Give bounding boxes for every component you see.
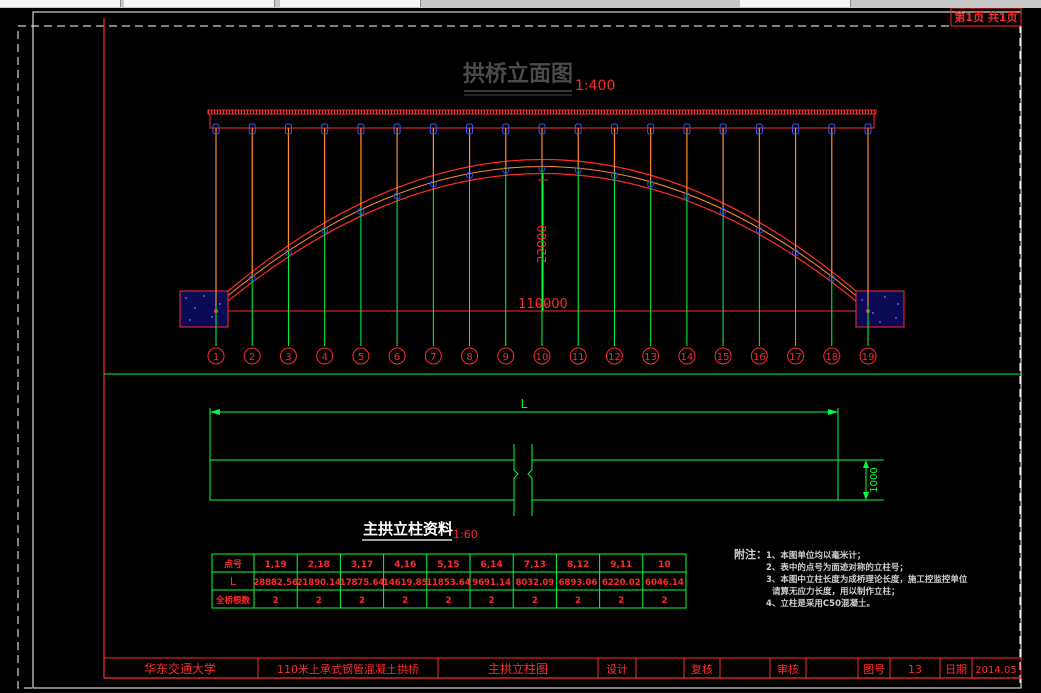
- arch-dimensions: 22000 110000: [518, 174, 568, 312]
- table-column-header: 2,18: [308, 560, 330, 570]
- column-number: 6: [394, 352, 400, 363]
- title-block-date-label: 日期: [945, 663, 967, 676]
- title-block-drawing-name: 主拱立柱图: [488, 661, 548, 676]
- title-block-design: 设计: [606, 663, 628, 676]
- title-block-project: 110米上承式钢管混凝土拱桥: [277, 662, 419, 676]
- elevation-scale: 1:400: [575, 78, 615, 94]
- column-number: 4: [321, 352, 327, 363]
- column-detail: L 1000: [209, 397, 884, 516]
- column-number-labels: 1 2 3 4 5 6 7 8 9 10 11 12 13 14 15 16 17 18 19: [207, 347, 877, 365]
- elevation-title-group: 拱桥立面图 1:400: [463, 61, 615, 96]
- title-block-drawing-no-label: 图号: [863, 663, 885, 676]
- table-column-header: 6,14: [480, 560, 502, 570]
- column-number: 11: [572, 352, 585, 363]
- column-number: 3: [285, 352, 291, 363]
- column-number: 9: [503, 352, 509, 363]
- column-number: 1: [213, 352, 219, 363]
- table-cell: 2: [316, 596, 322, 606]
- title-block-approve: 审核: [777, 662, 799, 676]
- notes-heading: 附注：: [734, 547, 767, 561]
- table-cell: 6220.02: [602, 578, 641, 588]
- column-number: 10: [536, 352, 549, 363]
- column-table-title: 主拱立柱资料: [363, 520, 453, 538]
- column-data-table: 点号 1,19 2,18 3,17 4,16 5,15 6,14 7,13 8,12 9,11 10…: [211, 553, 687, 609]
- cad-drawing-canvas[interactable]: 第1页 共1页 拱桥立面图 1:400 1 2 3 4 5 6 7 8 9 10 11 12 13: [0, 8, 1041, 693]
- column-number: 18: [825, 352, 838, 363]
- note-line: 1、本图单位均以毫米计；: [766, 550, 865, 561]
- table-cell: 17875.64: [340, 578, 385, 588]
- table-cell: 2: [575, 596, 581, 606]
- column-table-title-group: 主拱立柱资料 1:60: [362, 520, 478, 541]
- table-column-header: 10: [658, 560, 671, 570]
- title-block-drawing-no: 13: [908, 663, 922, 676]
- notes-block: 附注： 1、本图单位均以毫米计；2、表中的点号为面迹对称的立柱号；3、本图中立柱…: [734, 547, 968, 609]
- table-column-header: 1,19: [264, 560, 286, 570]
- table-cell: 2: [402, 596, 408, 606]
- elevation-title: 拱桥立面图: [463, 61, 573, 87]
- column-number: 14: [681, 352, 694, 363]
- note-line: 3、本图中立柱长度为成桥理论长度，施工控监控单位: [766, 574, 968, 585]
- title-block-review: 复核: [691, 662, 713, 676]
- column-number: 16: [753, 352, 766, 363]
- table-cell: 2: [661, 596, 667, 606]
- table-cell: 6046.14: [645, 578, 684, 588]
- table-row-label: L: [230, 575, 237, 588]
- title-block: 华东交通大学 110米上承式钢管混凝土拱桥 主拱立柱图 设计 复核 审核 图号 …: [103, 657, 1022, 679]
- table-column-header: 4,16: [394, 560, 416, 570]
- table-column-header: 5,15: [437, 560, 459, 570]
- table-cell: 2: [489, 596, 495, 606]
- title-block-date: 2014.05: [975, 665, 1016, 676]
- table-cell: 28882.56: [253, 578, 298, 588]
- top-bar-tab[interactable]: [124, 0, 275, 7]
- table-cell: 2: [445, 596, 451, 606]
- column-number: 2: [249, 352, 255, 363]
- note-line: 请算无应力长度，用以制作立柱；: [772, 586, 900, 597]
- table-column-header: 3,17: [351, 560, 373, 570]
- column-number: 12: [608, 352, 621, 363]
- table-row-label: 全桥根数: [215, 595, 251, 606]
- rise-dimension: 22000: [535, 225, 549, 263]
- column-table-scale: 1:60: [453, 528, 478, 541]
- column-number: 8: [466, 352, 472, 363]
- deck: [207, 109, 877, 129]
- note-line: 4、立柱是采用C50混凝土。: [766, 598, 875, 609]
- detail-height-label: 1000: [869, 467, 880, 492]
- table-cell: 14619.85: [383, 578, 428, 588]
- table-cell: 2: [273, 596, 279, 606]
- table-column-header: 7,13: [524, 560, 546, 570]
- column-number: 17: [789, 352, 802, 363]
- table-cell: 6893.06: [559, 578, 598, 588]
- top-bar-tab[interactable]: [740, 0, 851, 7]
- column-number: 19: [862, 352, 875, 363]
- table-header-label: 点号: [224, 558, 242, 570]
- table-cell: 8032.09: [515, 578, 554, 588]
- detail-length-label: L: [521, 397, 528, 411]
- column-number: 15: [717, 352, 730, 363]
- table-cell: 11853.64: [426, 578, 471, 588]
- table-cell: 2: [618, 596, 624, 606]
- sheet-number-box: 第1页 共1页: [950, 8, 1022, 27]
- top-bar-tab[interactable]: [280, 0, 421, 7]
- table-cell: 2: [532, 596, 538, 606]
- table-column-header: 9,11: [610, 560, 632, 570]
- top-bar-tab[interactable]: [0, 0, 121, 7]
- table-cell: 21890.14: [296, 578, 341, 588]
- column-number: 5: [358, 352, 364, 363]
- column-number: 13: [644, 352, 657, 363]
- column-number: 7: [430, 352, 436, 363]
- sheet-number: 第1页 共1页: [954, 10, 1017, 24]
- span-dimension: 110000: [518, 297, 568, 312]
- table-cell: 2: [359, 596, 365, 606]
- note-line: 2、表中的点号为面迹对称的立柱号；: [766, 562, 908, 573]
- title-block-school: 华东交通大学: [144, 661, 216, 676]
- table-column-header: 8,12: [567, 560, 589, 570]
- table-cell: 9691.14: [472, 578, 511, 588]
- window-top-bar: [0, 0, 1041, 8]
